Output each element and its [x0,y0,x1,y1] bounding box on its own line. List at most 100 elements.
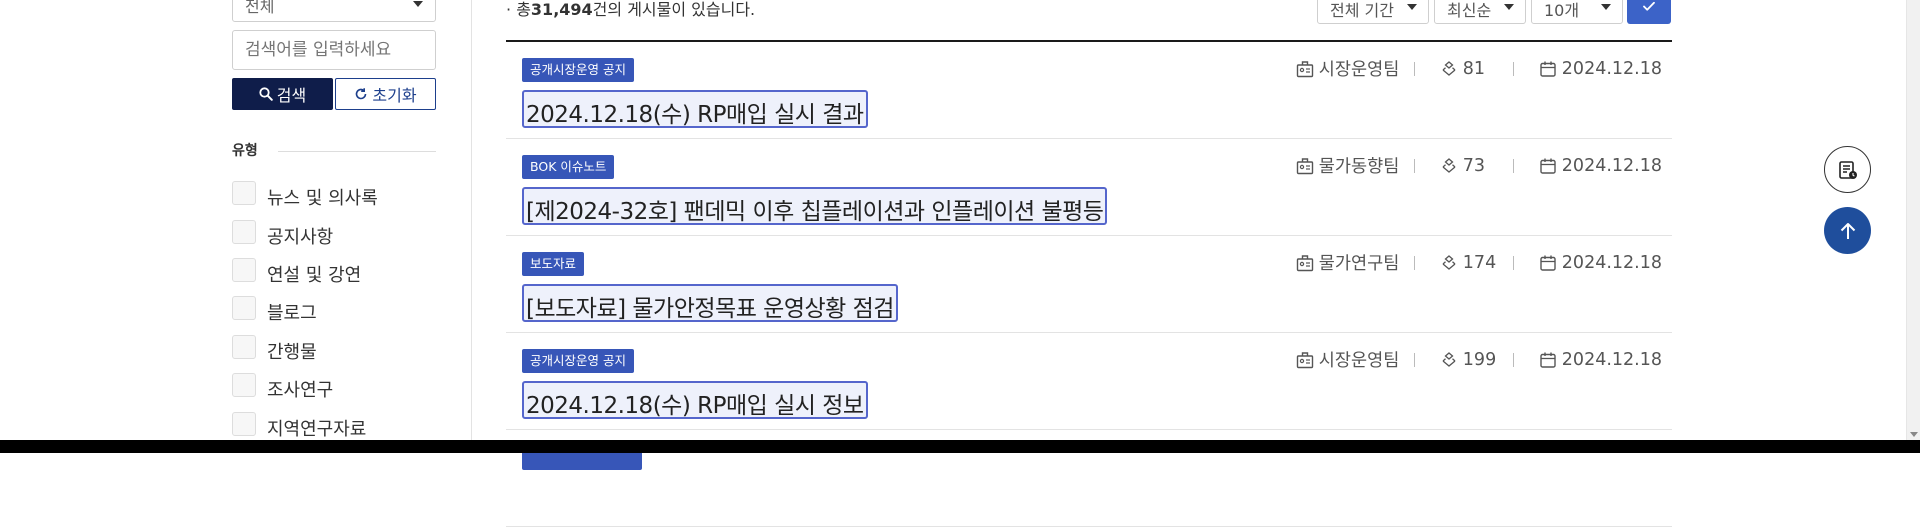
apply-filter-button[interactable] [1627,0,1671,24]
post-team-name: 물가연구팀 [1318,254,1400,274]
department-icon [1296,60,1313,77]
category-badge: BOK 이슈노트 [522,155,615,179]
period-select-value: 전체 기간 [1330,1,1394,20]
type-checkbox[interactable] [232,181,256,206]
post-meta: 시장운영팀 199 2024.12.18 [1295,347,1662,372]
post-date-text: 2024.12.18 [1561,58,1662,79]
page-size-select[interactable]: 10개 [1531,0,1623,24]
refresh-icon [356,88,367,100]
search-button-label: 검색 [276,86,307,105]
sort-select[interactable]: 최신순 [1434,0,1526,24]
chevron-down-icon [1601,4,1611,10]
post-team: 물가연구팀 [1295,250,1402,275]
calendar-icon [1540,158,1556,174]
type-checkbox[interactable] [232,411,256,436]
post-team: 시장운영팀 [1295,56,1402,81]
department-icon [1296,157,1313,174]
type-filter-label: 간행물 [267,341,317,363]
category-badge: 공개시장운영 공지 [522,58,634,82]
scope-select-value: 전체 [245,0,275,16]
result-count-number: 31,494 [530,0,593,19]
type-filter-label: 뉴스 및 의사록 [267,188,378,210]
meta-divider [1413,255,1415,270]
views-icon [1442,254,1456,270]
arrow-up-icon [1840,222,1855,239]
check-icon [1643,1,1655,11]
scope-select[interactable]: 전체 [232,0,436,22]
page-scrollbar[interactable] [1906,0,1920,440]
post-row: 공개시장운영 공지 2024.12.18(수) RP매입 실시 정보 시장운영팀 [506,333,1672,430]
type-filter-label: 공지사항 [267,226,334,248]
result-count-suffix: 건의 게시물이 있습니다. [592,0,756,19]
category-badge: 공개시장운영 공지 [522,349,634,373]
recent-docs-icon [1838,160,1857,179]
meta-divider [1512,352,1514,367]
post-title-link[interactable]: 2024.12.18(수) RP매입 실시 정보 [522,381,868,419]
type-filter-item[interactable]: 블로그 [232,293,378,331]
department-icon [1296,351,1313,368]
result-count-prefix: 총 [516,0,531,19]
type-checkbox[interactable] [232,219,256,244]
type-checkbox[interactable] [232,334,256,359]
type-filter-label: 조사연구 [267,380,334,402]
post-team-name: 시장운영팀 [1318,351,1400,371]
post-date: 2024.12.18 [1538,156,1662,176]
post-team: 시장운영팀 [1295,347,1402,372]
category-badge: 보도자료 [522,252,585,276]
views-icon [1442,60,1456,76]
post-title-link[interactable]: [제2024-32호] 팬데믹 이후 칩플레이션과 인플레이션 불평등 [522,187,1108,225]
search-input[interactable] [232,30,436,70]
post-meta: 물가동향팀 73 2024.12.18 [1295,153,1662,178]
post-meta: 시장운영팀 81 2024.12.18 [1295,56,1662,81]
type-filter-item[interactable]: 연설 및 강연 [232,255,378,293]
post-view-count: 73 [1462,155,1486,176]
type-filter-label: 블로그 [267,303,317,325]
post-team-name: 시장운영팀 [1318,60,1400,80]
views-icon [1442,157,1456,173]
scroll-down-icon[interactable] [1910,432,1918,437]
post-date-text: 2024.12.18 [1561,252,1662,273]
chevron-down-icon [1407,4,1417,10]
period-select[interactable]: 전체 기간 [1317,0,1429,24]
type-filter-item[interactable]: 공지사항 [232,216,378,254]
page-size-select-value: 10개 [1544,1,1580,20]
type-filter-heading: 유형 [232,143,258,159]
meta-divider [1413,61,1415,76]
reset-button[interactable]: 초기화 [335,78,436,110]
post-team-name: 물가동향팀 [1318,157,1400,177]
type-checkbox[interactable] [232,257,256,282]
post-team: 물가동향팀 [1295,153,1402,178]
type-filter-item[interactable]: 조사연구 [232,370,378,408]
post-date: 2024.12.18 [1538,253,1662,273]
type-checkbox[interactable] [232,373,256,398]
post-view-count: 174 [1462,252,1497,273]
post-date-text: 2024.12.18 [1561,155,1662,176]
filter-sidebar: 전체 검색 초기화 유형 뉴스 및 의사록 공지사항 연설 및 강연 [0,0,472,440]
sort-select-value: 최신순 [1447,1,1492,20]
scroll-top-button[interactable] [1824,207,1871,254]
post-row: BOK 이슈노트 [제2024-32호] 팬데믹 이후 칩플레이션과 인플레이션… [506,139,1672,236]
views-icon [1442,351,1456,367]
post-date: 2024.12.18 [1538,59,1662,79]
type-filter-item[interactable]: 뉴스 및 의사록 [232,178,378,216]
post-views: 73 [1439,156,1501,176]
search-button[interactable]: 검색 [232,78,333,110]
calendar-icon [1540,352,1556,368]
type-checkbox[interactable] [232,296,256,321]
calendar-icon [1540,255,1556,271]
department-icon [1296,254,1313,271]
type-filter-label: 연설 및 강연 [267,264,362,286]
post-meta: 물가연구팀 174 2024.12.18 [1295,250,1662,275]
post-title-link[interactable]: [보도자료] 물가안정목표 운영상황 점검 [522,284,898,322]
meta-divider [1413,352,1415,367]
post-row: 공개시장운영 공지 2024.12.18(수) RP매입 실시 결과 시장운영팀 [506,42,1672,139]
type-filter-item[interactable]: 간행물 [232,332,378,370]
window-bottom-edge [0,440,1920,453]
calendar-icon [1540,61,1556,77]
type-filter-label: 지역연구자료 [267,418,367,440]
recent-docs-button[interactable] [1824,146,1871,193]
result-count-bullet: · [506,0,512,19]
chevron-down-icon [413,1,423,7]
post-title-link[interactable]: 2024.12.18(수) RP매입 실시 결과 [522,90,868,128]
post-view-count: 199 [1462,349,1497,370]
